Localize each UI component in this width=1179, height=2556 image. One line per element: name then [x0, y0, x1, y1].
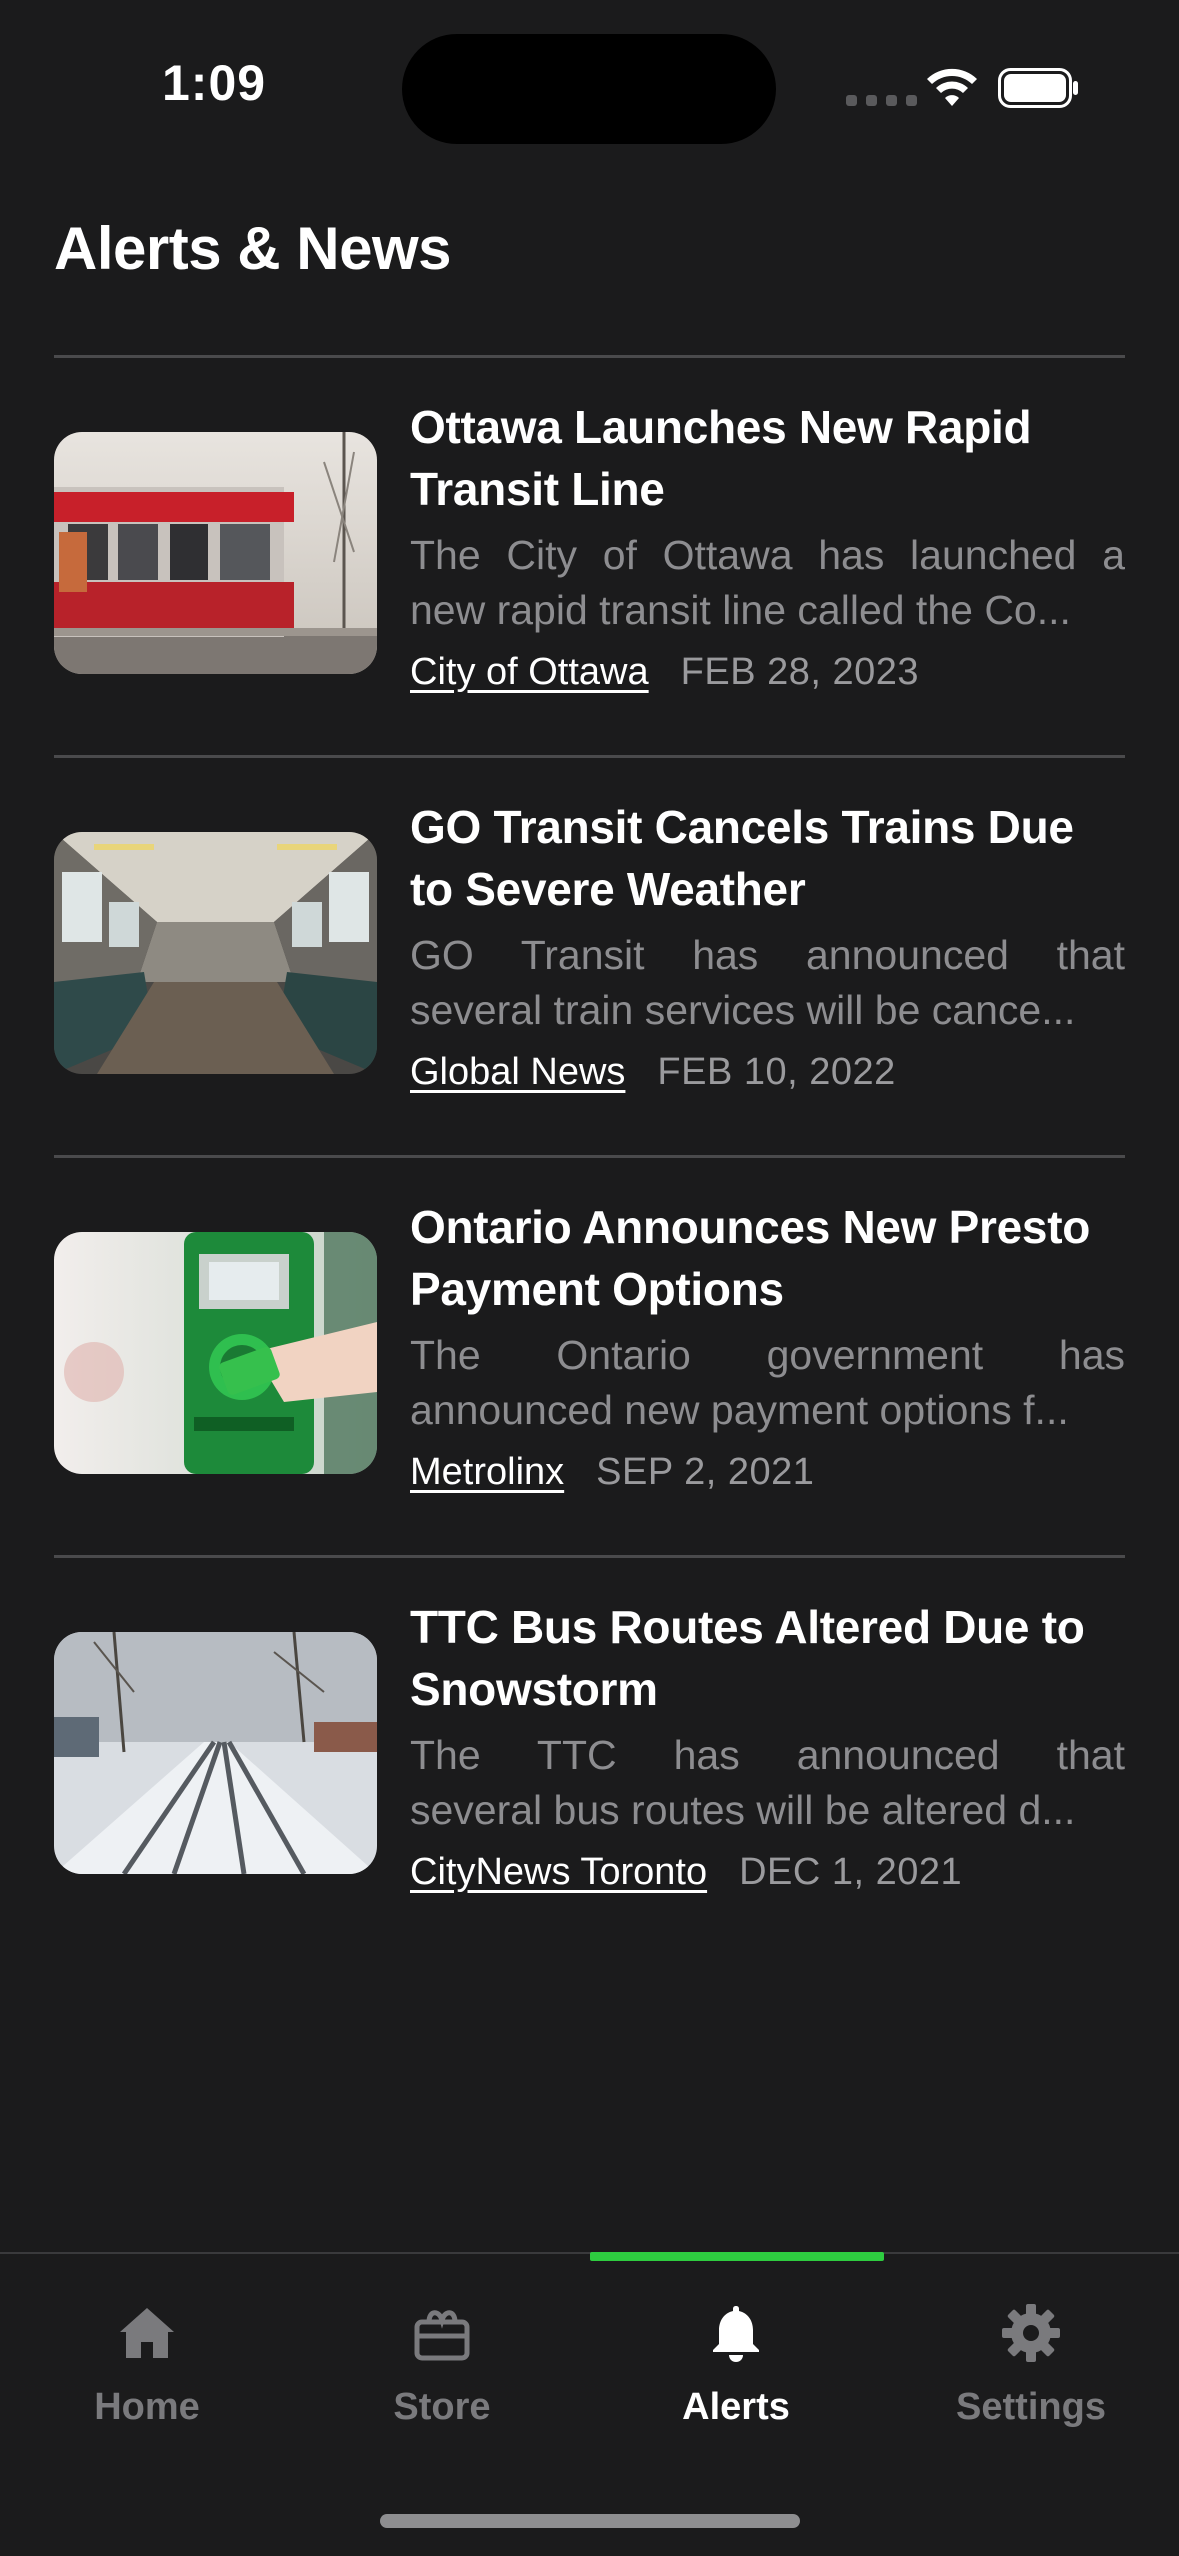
news-summary: The City of Ottawa has launched a new ra… [410, 528, 1125, 638]
news-item-body: GO Transit Cancels Trains Due to Severe … [410, 796, 1125, 1098]
tab-home[interactable]: Home [0, 2300, 294, 2429]
bell-icon [713, 2306, 759, 2362]
wifi-icon [927, 68, 977, 106]
tab-settings[interactable]: Settings [884, 2300, 1178, 2429]
news-item-body: Ontario Announces New Presto Payment Opt… [410, 1196, 1125, 1498]
news-source-link[interactable]: City of Ottawa [410, 651, 649, 693]
news-summary-line: The TTC has announced that [410, 1732, 1125, 1778]
news-meta: City of Ottawa FEB 28, 2023 [410, 646, 1125, 698]
news-summary: The Ontario government has announced new… [410, 1328, 1125, 1438]
news-summary-line: The Ontario government has [410, 1332, 1125, 1378]
news-summary-line: announced new payment options f... [410, 1387, 1069, 1433]
news-summary-line: GO Transit has announced that [410, 932, 1125, 978]
news-item[interactable]: TTC Bus Routes Altered Due to Snowstorm … [54, 1555, 1125, 1955]
presto-reader-photo [54, 1232, 377, 1474]
news-title[interactable]: Ottawa Launches New Rapid Transit Line [410, 396, 1125, 520]
news-title[interactable]: GO Transit Cancels Trains Due to Severe … [410, 796, 1125, 920]
tab-bar: Home Store Alerts Settings [0, 2252, 1179, 2556]
news-summary-line: several bus routes will be altered d... [410, 1787, 1076, 1833]
page-title: Alerts & News [54, 215, 451, 282]
news-title[interactable]: Ontario Announces New Presto Payment Opt… [410, 1196, 1125, 1320]
news-source-link[interactable]: Metrolinx [410, 1451, 564, 1493]
train-interior-photo [54, 832, 377, 1074]
news-summary-line: several train services will be cance... [410, 987, 1076, 1033]
home-indicator[interactable] [380, 2514, 800, 2528]
status-bar-time: 1:09 [162, 55, 267, 111]
tab-label: Alerts [682, 2386, 790, 2428]
news-summary: The TTC has announced that several bus r… [410, 1728, 1125, 1838]
news-item[interactable]: Ottawa Launches New Rapid Transit Line T… [54, 355, 1125, 755]
tab-alerts[interactable]: Alerts [589, 2300, 883, 2429]
news-meta: Global News FEB 10, 2022 [410, 1046, 1125, 1098]
news-title[interactable]: TTC Bus Routes Altered Due to Snowstorm [410, 1596, 1125, 1720]
news-meta: CityNews Toronto DEC 1, 2021 [410, 1846, 1125, 1898]
gear-icon [1002, 2304, 1060, 2362]
news-item-body: TTC Bus Routes Altered Due to Snowstorm … [410, 1596, 1125, 1898]
news-summary-line: The City of Ottawa has launched a [410, 532, 1125, 578]
news-summary-line: new rapid transit line called the Co... [410, 587, 1071, 633]
news-date: DEC 1, 2021 [739, 1851, 963, 1893]
dynamic-island [402, 34, 776, 144]
active-tab-indicator [590, 2252, 884, 2261]
news-date: SEP 2, 2021 [596, 1451, 815, 1493]
news-date: FEB 28, 2023 [680, 651, 920, 693]
tab-label: Store [393, 2386, 491, 2428]
news-summary: GO Transit has announced that several tr… [410, 928, 1125, 1038]
news-date: FEB 10, 2022 [657, 1051, 896, 1093]
streetcar-photo [54, 432, 377, 674]
news-list: Ottawa Launches New Rapid Transit Line T… [54, 355, 1125, 1955]
news-meta: Metrolinx SEP 2, 2021 [410, 1446, 1125, 1498]
home-icon [120, 2308, 174, 2358]
store-icon [414, 2310, 470, 2361]
news-source-link[interactable]: Global News [410, 1051, 625, 1093]
tab-store[interactable]: Store [295, 2300, 589, 2429]
news-item[interactable]: Ontario Announces New Presto Payment Opt… [54, 1155, 1125, 1555]
tab-label: Settings [956, 2386, 1106, 2428]
snowy-street-photo [54, 1632, 377, 1874]
tab-label: Home [94, 2386, 200, 2428]
news-source-link[interactable]: CityNews Toronto [410, 1851, 707, 1893]
news-item[interactable]: GO Transit Cancels Trains Due to Severe … [54, 755, 1125, 1155]
news-item-body: Ottawa Launches New Rapid Transit Line T… [410, 396, 1125, 698]
battery-icon [998, 68, 1078, 108]
cellular-signal-icon [846, 95, 917, 106]
